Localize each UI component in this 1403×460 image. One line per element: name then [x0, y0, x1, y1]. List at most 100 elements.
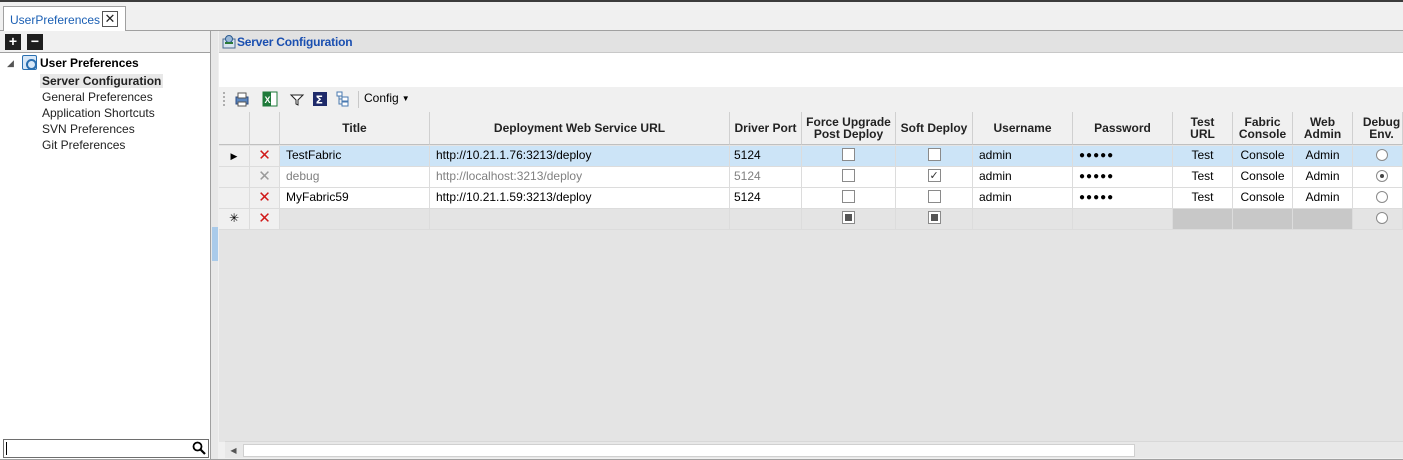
expand-all-button[interactable]: + — [5, 34, 21, 50]
test-url-button[interactable]: Test — [1173, 146, 1233, 167]
column-header-password[interactable]: Password — [1073, 112, 1173, 145]
cell-url[interactable]: http://10.21.1.59:3213/deploy — [430, 188, 730, 209]
cell-soft-deploy[interactable] — [896, 188, 973, 209]
force-upgrade-checkbox[interactable] — [842, 211, 855, 225]
close-icon[interactable]: ✕ — [102, 11, 118, 27]
filter-icon[interactable] — [289, 91, 305, 107]
column-header-url[interactable]: Deployment Web Service URL — [430, 112, 730, 145]
soft-deploy-checkbox[interactable] — [927, 211, 941, 225]
collapse-arrow-icon[interactable]: ◢ — [7, 58, 14, 69]
cell-driver-port[interactable]: 5124 — [730, 146, 802, 167]
cell-title[interactable]: TestFabric — [280, 146, 430, 167]
cell-password[interactable]: ●●●●● — [1073, 167, 1173, 188]
soft-deploy-checkbox[interactable] — [927, 167, 941, 186]
debug-env-radio[interactable] — [1375, 211, 1388, 224]
cell-driver-port[interactable]: 5124 — [730, 167, 802, 188]
row-header[interactable] — [219, 188, 250, 209]
column-header-web-admin[interactable]: Web Admin — [1293, 112, 1353, 145]
cell-driver-port[interactable]: 5124 — [730, 188, 802, 209]
cell-title[interactable]: MyFabric59 — [280, 188, 430, 209]
cell-soft-deploy[interactable] — [896, 146, 973, 167]
column-header-driver-port[interactable]: Driver Port — [730, 112, 802, 145]
delete-row-button[interactable]: ✕ — [250, 167, 280, 188]
soft-deploy-checkbox[interactable] — [927, 190, 941, 204]
export-excel-icon[interactable]: X — [262, 91, 278, 107]
cell-username[interactable]: admin — [973, 188, 1073, 209]
new-cell-username[interactable] — [973, 209, 1073, 230]
cell-force-upgrade[interactable] — [802, 188, 896, 209]
tree-item-application-shortcuts[interactable]: Application Shortcuts — [42, 106, 155, 120]
cell-username[interactable]: admin — [973, 146, 1073, 167]
new-cell-soft-deploy[interactable] — [896, 209, 973, 230]
cell-title[interactable]: debug — [280, 167, 430, 188]
debug-env-radio[interactable] — [1375, 148, 1388, 161]
force-upgrade-checkbox[interactable] — [842, 190, 855, 204]
delete-row-button[interactable]: ✕ — [250, 146, 280, 167]
column-header-username[interactable]: Username — [973, 112, 1073, 145]
new-cell-title[interactable] — [280, 209, 430, 230]
config-label: Config — [364, 91, 399, 105]
column-header-force-upgrade[interactable]: Force Upgrade Post Deploy — [802, 112, 896, 145]
fabric-console-button[interactable]: Console — [1233, 146, 1293, 167]
column-header-soft-deploy[interactable]: Soft Deploy — [896, 112, 973, 145]
cell-debug-env[interactable] — [1353, 167, 1403, 188]
column-header-test-url[interactable]: Test URL — [1173, 112, 1233, 145]
new-cell-url[interactable] — [430, 209, 730, 230]
delete-row-button[interactable]: ✕ — [250, 209, 280, 230]
web-admin-button[interactable]: Admin — [1293, 146, 1353, 167]
tree-item-server-configuration[interactable]: Server Configuration — [40, 74, 164, 88]
delete-row-button[interactable]: ✕ — [250, 188, 280, 209]
config-dropdown-button[interactable]: Config ▼ — [364, 91, 410, 105]
cell-url[interactable]: http://10.21.1.76:3213/deploy — [430, 146, 730, 167]
cell-soft-deploy[interactable] — [896, 167, 973, 188]
cell-force-upgrade[interactable] — [802, 167, 896, 188]
new-row[interactable]: ✳ ✕ — [219, 209, 1403, 230]
scrollbar-thumb[interactable] — [243, 444, 1135, 457]
new-cell-debug-env[interactable] — [1353, 209, 1403, 230]
soft-deploy-checkbox[interactable] — [927, 148, 941, 162]
cell-debug-env[interactable] — [1353, 188, 1403, 209]
debug-env-radio[interactable] — [1375, 190, 1388, 203]
panel-splitter[interactable] — [211, 31, 218, 460]
search-input[interactable] — [3, 439, 209, 458]
splitter-collapse-handle[interactable] — [212, 227, 218, 261]
search-icon[interactable] — [192, 441, 206, 455]
cell-debug-env[interactable] — [1353, 146, 1403, 167]
force-upgrade-checkbox[interactable] — [842, 169, 855, 183]
tab-user-preferences[interactable]: UserPreferences ✕ — [3, 6, 126, 34]
column-header-title[interactable]: Title — [280, 112, 430, 145]
table-row[interactable]: ✕ debug http://localhost:3213/deploy 512… — [219, 167, 1403, 188]
collapse-all-button[interactable]: − — [27, 34, 43, 50]
fabric-console-button[interactable]: Console — [1233, 188, 1293, 209]
test-url-button[interactable]: Test — [1173, 188, 1233, 209]
force-upgrade-checkbox[interactable] — [842, 148, 855, 162]
print-icon[interactable] — [234, 91, 250, 107]
cell-username[interactable]: admin — [973, 167, 1073, 188]
web-admin-button[interactable]: Admin — [1293, 167, 1353, 188]
group-tree-icon[interactable] — [335, 91, 351, 107]
table-row[interactable]: ✕ MyFabric59 http://10.21.1.59:3213/depl… — [219, 188, 1403, 209]
cell-password[interactable]: ●●●●● — [1073, 188, 1173, 209]
summary-sigma-icon[interactable]: Σ — [312, 91, 328, 107]
column-header-debug-env[interactable]: Debug Env. — [1353, 112, 1403, 145]
web-admin-button[interactable]: Admin — [1293, 188, 1353, 209]
column-header-fabric-console[interactable]: Fabric Console — [1233, 112, 1293, 145]
row-header[interactable] — [219, 167, 250, 188]
tree-item-general-preferences[interactable]: General Preferences — [42, 90, 153, 104]
new-cell-driver-port[interactable] — [730, 209, 802, 230]
horizontal-scrollbar[interactable]: ◀ — [225, 441, 1403, 458]
test-url-button[interactable]: Test — [1173, 167, 1233, 188]
cell-url[interactable]: http://localhost:3213/deploy — [430, 167, 730, 188]
new-cell-force-upgrade[interactable] — [802, 209, 896, 230]
table-row[interactable]: ▶ ✕ TestFabric http://10.21.1.76:3213/de… — [219, 146, 1403, 167]
tree-root-node[interactable]: ◢ User Preferences — [0, 55, 210, 72]
tree-item-svn-preferences[interactable]: SVN Preferences — [42, 122, 135, 136]
new-cell-password[interactable] — [1073, 209, 1173, 230]
cell-password[interactable]: ●●●●● — [1073, 146, 1173, 167]
tree-item-git-preferences[interactable]: Git Preferences — [42, 138, 125, 152]
fabric-console-button[interactable]: Console — [1233, 167, 1293, 188]
current-row-indicator[interactable]: ▶ — [219, 146, 250, 167]
debug-env-radio[interactable] — [1375, 169, 1388, 182]
cell-force-upgrade[interactable] — [802, 146, 896, 167]
scroll-left-arrow-icon[interactable]: ◀ — [225, 442, 242, 459]
